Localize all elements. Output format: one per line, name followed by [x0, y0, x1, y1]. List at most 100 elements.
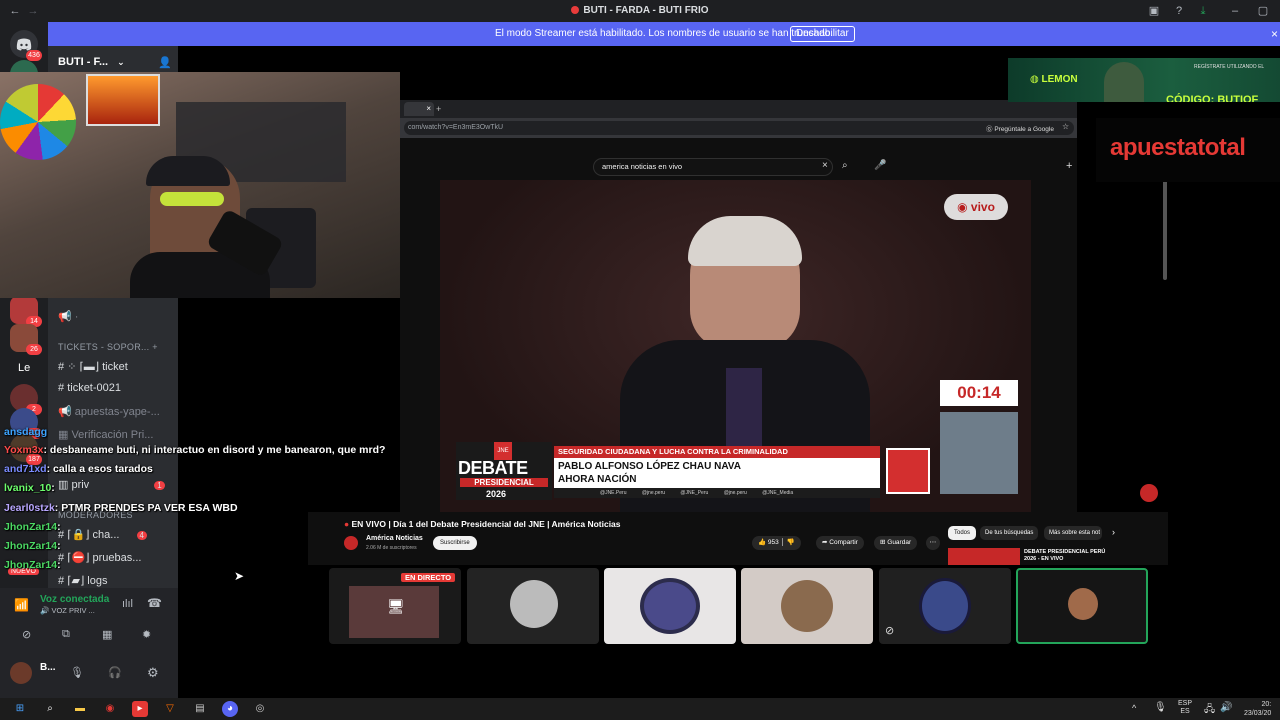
signal-icon: 📶	[14, 598, 29, 612]
plus-icon[interactable]: +	[152, 342, 158, 352]
chat-text: : desbaneame buti, ni interactuo en diso…	[43, 444, 386, 456]
channel-item[interactable]: ▥ priv 1	[58, 478, 165, 491]
sponsor-person	[1104, 62, 1144, 102]
channel-item[interactable]: 📢 apuestas-yape-...	[58, 405, 160, 418]
server-icon[interactable]: 26	[10, 324, 42, 355]
participant-avatar	[510, 580, 558, 628]
voice-status[interactable]: Voz conectada	[40, 594, 109, 605]
tray-mic-icon[interactable]: 🎙	[1154, 702, 1167, 713]
noise-suppression-icon[interactable]: ılıl	[122, 598, 133, 610]
volume-icon[interactable]: 🔊	[1220, 702, 1232, 713]
maximize-icon[interactable]: ▢	[1256, 4, 1270, 18]
server-icon[interactable]: 14	[10, 296, 42, 327]
muted-mic-icon: ⊘	[885, 625, 895, 637]
channel-name[interactable]: América Noticias	[366, 535, 423, 542]
chip-all[interactable]: Todos	[948, 526, 977, 540]
channel-item[interactable]: # ⌈⛔⌋ pruebas...	[58, 551, 141, 564]
prize-wheel	[0, 84, 76, 160]
tray-chevron-icon[interactable]: ^	[1132, 703, 1136, 713]
clear-search-icon[interactable]: ×	[822, 160, 828, 171]
disable-streamer-button[interactable]: Deshabilitar	[790, 26, 855, 42]
discord-taskbar-icon[interactable]: ◕	[222, 701, 238, 717]
lemon-logo: ◍ LEMON	[1030, 74, 1078, 85]
category-tickets[interactable]: TICKETS - SOPOR... +	[58, 342, 158, 352]
share-button[interactable]: ➦ Compartir	[816, 536, 864, 550]
voice-panel: 📶 Voz conectada 🔊 VOZ PRIV ... ılıl ☎ ⊘ …	[0, 588, 178, 698]
app-icon[interactable]: ◉	[102, 701, 118, 717]
server-dot-icon	[571, 6, 580, 14]
like-button[interactable]: 👍 953 │ 👎	[752, 536, 801, 550]
subscribe-button[interactable]: Suscribirse	[433, 536, 477, 550]
url-text: com/watch?v=En3mE3OwTkU	[408, 124, 504, 131]
chat-message: JhonZar14:	[4, 559, 61, 571]
channel-item[interactable]: # ticket-0021	[58, 382, 121, 394]
participant-tile[interactable]	[604, 568, 736, 644]
bookmark-star-icon[interactable]: ☆	[1062, 122, 1069, 131]
screen-share-icon[interactable]: ⧉	[62, 628, 70, 641]
clock[interactable]: 20: 23/03/20	[1244, 700, 1271, 718]
windows-start-icon[interactable]: ⊞	[12, 701, 28, 717]
chat-message: lvanix_10:	[4, 482, 55, 494]
soundboard-icon[interactable]: ✹	[142, 628, 151, 641]
channel-item[interactable]: # ⌈🔒⌋ cha... 4	[58, 528, 147, 541]
close-tab-icon[interactable]: ×	[404, 102, 434, 116]
headphones-icon[interactable]: 🎧	[108, 666, 122, 679]
disconnect-icon[interactable]: ☎	[147, 596, 162, 610]
channel-item[interactable]: # ⁘ ⌈▬⌋ ticket	[58, 360, 128, 373]
add-member-icon[interactable]: 👤	[158, 56, 172, 69]
close-banner-icon[interactable]: ×	[1271, 27, 1278, 41]
scrollbar[interactable]	[1163, 180, 1167, 280]
video-player[interactable]: ◉ vivo 00:14 JNE DEBATE PRESIDENCIAL 202…	[440, 180, 1031, 512]
related-thumbnail[interactable]	[948, 548, 1020, 565]
voice-search-icon[interactable]: 🎤	[874, 160, 886, 171]
download-icon[interactable]: ⤓	[1196, 4, 1210, 18]
settings-gear-icon[interactable]: ⚙	[147, 665, 159, 681]
camera-off-icon[interactable]: ⊘	[22, 628, 31, 641]
app-icon[interactable]: ▸	[132, 701, 148, 717]
more-actions-icon[interactable]: ⋯	[926, 536, 940, 550]
ask-google-button[interactable]: Ⓖ Pregúntale a Google	[986, 123, 1054, 133]
url-field[interactable]: com/watch?v=En3mE3OwTkU	[404, 121, 1074, 135]
search-icon[interactable]: ⌕	[42, 701, 58, 717]
chip-from-searches[interactable]: De tus búsquedas	[980, 526, 1039, 540]
debate-logo: JNE DEBATE PRESIDENCIAL 2026	[456, 442, 552, 500]
microphone-icon[interactable]: 🎙	[70, 666, 84, 679]
participant-tile[interactable]	[741, 568, 873, 644]
app-icon[interactable]: ▤	[192, 701, 208, 717]
channel-prefix: ⁘ ⌈▬⌋	[67, 361, 100, 373]
channel-item[interactable]: # ⌈▰⌋ logs	[58, 574, 107, 587]
participant-tile[interactable]: ⊘	[879, 568, 1011, 644]
monitor-icon[interactable]: ▣	[1147, 4, 1161, 18]
create-icon[interactable]: +	[1066, 160, 1072, 172]
username[interactable]: B...	[40, 662, 56, 673]
channel-item[interactable]: ▦ Verificación Pri...	[58, 428, 153, 441]
channel-avatar[interactable]	[344, 536, 358, 550]
broadcaster-logo: ◉ vivo	[944, 194, 1008, 220]
brave-browser-icon[interactable]: ▽	[162, 701, 178, 717]
search-icon[interactable]: ⌕	[842, 160, 848, 171]
like-count: 953	[767, 539, 779, 546]
participant-tile-speaking[interactable]	[1016, 568, 1148, 644]
save-button[interactable]: ⊞ Guardar	[874, 536, 918, 550]
lemon-logo-text: LEMON	[1041, 74, 1078, 85]
avatar[interactable]	[10, 662, 32, 684]
help-icon[interactable]: ?	[1172, 4, 1186, 18]
new-tab-icon[interactable]: +	[436, 104, 441, 114]
related-title[interactable]: DEBATE PRESIDENCIAL PERÚ 2026 - EN VIVO	[1024, 549, 1116, 563]
obs-icon[interactable]: ◎	[252, 701, 268, 717]
participant-tile-stream[interactable]: 🖥 EN DIRECTO	[329, 568, 461, 644]
language-indicator[interactable]: ESP ES	[1178, 700, 1192, 716]
file-explorer-icon[interactable]: ▬	[72, 701, 88, 717]
network-icon[interactable]: 🖧	[1204, 702, 1215, 719]
sign-language-interpreter	[940, 412, 1018, 494]
participant-tile[interactable]	[467, 568, 599, 644]
discord-home-button[interactable]: 436	[10, 30, 42, 61]
server-name[interactable]: BUTI - F... ⌄	[58, 56, 125, 68]
chip-next-icon[interactable]: ›	[1112, 527, 1115, 537]
activities-icon[interactable]: ▦	[102, 628, 112, 641]
minimize-icon[interactable]: –	[1228, 4, 1242, 18]
server-short-label[interactable]: Le	[18, 362, 30, 374]
youtube-search-input[interactable]: america noticias en vivo	[593, 158, 833, 176]
windows-taskbar: ⊞ ⌕ ▬ ◉ ▸ ▽ ▤ ◕ ◎ ^ 🎙 ESP ES 🖧 🔊 20: 23/03…	[0, 698, 1280, 720]
chip-more-about[interactable]: Más sobre esta not	[1044, 526, 1102, 540]
